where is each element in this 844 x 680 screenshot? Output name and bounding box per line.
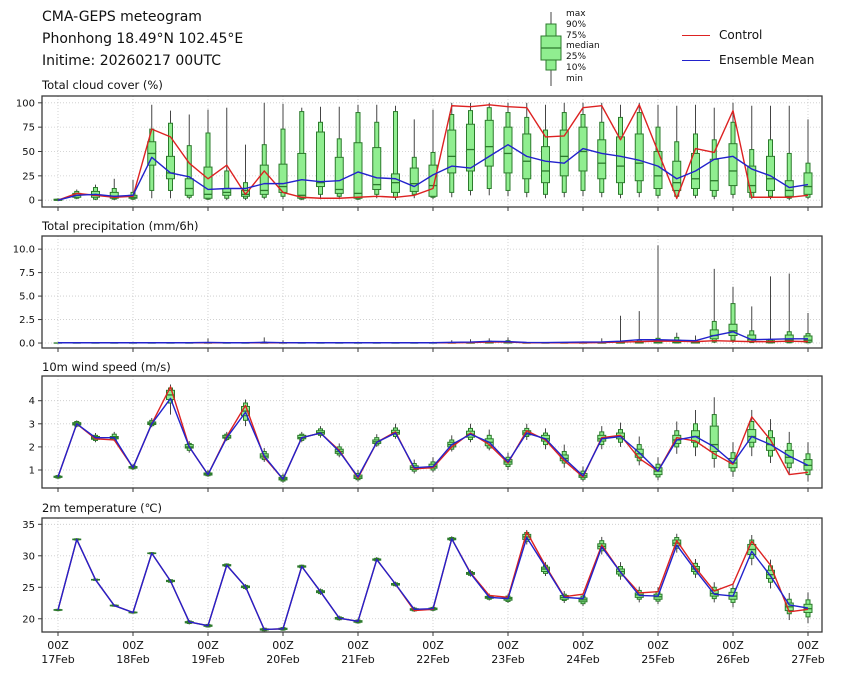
meteogram-chart: 0 25 50 75 100 0.0 2.5 5.0 7.5 10.0 1 2 3 4 20 25 30 35 00…: [0, 0, 844, 680]
line-legend: Control Ensemble Mean: [682, 26, 814, 76]
panel-title-precipitation: Total precipitation (mm/6h): [42, 219, 198, 233]
svg-text:4: 4: [29, 396, 35, 407]
svg-text:3: 3: [29, 419, 35, 430]
svg-text:22Feb: 22Feb: [416, 653, 449, 666]
svg-text:7.5: 7.5: [19, 268, 35, 279]
svg-text:17Feb: 17Feb: [41, 653, 74, 666]
control-line-swatch: [682, 35, 710, 36]
panel-precip: 0.0 2.5 5.0 7.5 10.0: [13, 236, 822, 352]
init-time: Initime: 20260217 00UTC: [42, 50, 243, 72]
svg-text:25: 25: [22, 171, 35, 182]
svg-text:26Feb: 26Feb: [716, 653, 749, 666]
svg-text:00Z: 00Z: [122, 639, 144, 652]
svg-text:00Z: 00Z: [47, 639, 69, 652]
svg-text:19Feb: 19Feb: [191, 653, 224, 666]
station-location: Phonhong 18.49°N 102.45°E: [42, 28, 243, 50]
svg-text:00Z: 00Z: [197, 639, 219, 652]
svg-text:00Z: 00Z: [272, 639, 294, 652]
svg-text:30: 30: [22, 551, 35, 562]
svg-text:20: 20: [22, 614, 35, 625]
svg-text:0.0: 0.0: [19, 339, 35, 350]
svg-text:00Z: 00Z: [647, 639, 669, 652]
svg-text:25Feb: 25Feb: [641, 653, 674, 666]
legend-label-25: 25%: [566, 52, 600, 63]
ensemble-mean-legend-label: Ensemble Mean: [719, 53, 814, 67]
svg-text:00Z: 00Z: [722, 639, 744, 652]
meteogram-figure: 0 25 50 75 100 0.0 2.5 5.0 7.5 10.0 1 2 3 4 20 25 30 35 00…: [0, 0, 844, 680]
svg-text:2: 2: [29, 442, 35, 453]
svg-text:00Z: 00Z: [422, 639, 444, 652]
svg-text:18Feb: 18Feb: [116, 653, 149, 666]
panel-cloud: 0 25 50 75 100: [16, 96, 822, 211]
svg-text:25: 25: [22, 583, 35, 594]
ensemble-mean-line-swatch: [682, 60, 710, 61]
legend-label-10: 10%: [566, 63, 600, 74]
svg-text:75: 75: [22, 123, 35, 134]
figure-header: CMA-GEPS meteogram Phonhong 18.49°N 102.…: [42, 6, 243, 72]
panel-temp: 2025303500Z17Feb00Z18Feb00Z19Feb00Z20Feb…: [22, 518, 824, 666]
svg-text:27Feb: 27Feb: [791, 653, 824, 666]
svg-text:00Z: 00Z: [497, 639, 519, 652]
svg-text:00Z: 00Z: [347, 639, 369, 652]
legend-label-75: 75%: [566, 31, 600, 42]
svg-text:35: 35: [22, 520, 35, 531]
legend-label-max: max: [566, 9, 600, 20]
svg-text:100: 100: [16, 98, 35, 109]
svg-text:24Feb: 24Feb: [566, 653, 599, 666]
svg-text:00Z: 00Z: [572, 639, 594, 652]
panel-title-cloud-cover: Total cloud cover (%): [42, 78, 163, 92]
panel-title-wind-speed: 10m wind speed (m/s): [42, 360, 171, 374]
legend-label-median: median: [566, 41, 600, 52]
control-legend-label: Control: [719, 28, 762, 42]
svg-text:21Feb: 21Feb: [341, 653, 374, 666]
svg-text:20Feb: 20Feb: [266, 653, 299, 666]
legend-label-90: 90%: [566, 20, 600, 31]
svg-text:10.0: 10.0: [13, 245, 35, 256]
svg-text:1: 1: [29, 465, 35, 476]
panel-wind: 1 2 3 4: [29, 376, 822, 492]
legend-row-control: Control: [682, 26, 814, 44]
svg-text:5.0: 5.0: [19, 292, 35, 303]
svg-text:50: 50: [22, 147, 35, 158]
svg-text:23Feb: 23Feb: [491, 653, 524, 666]
svg-text:2.5: 2.5: [19, 315, 35, 326]
svg-text:0: 0: [29, 196, 35, 207]
legend-label-min: min: [566, 74, 600, 85]
svg-text:00Z: 00Z: [797, 639, 819, 652]
legend-row-ensemble-mean: Ensemble Mean: [682, 51, 814, 69]
figure-title: CMA-GEPS meteogram: [42, 6, 243, 28]
box-legend-labels: max 90% 75% median 25% 10% min: [566, 9, 600, 85]
panel-title-temperature: 2m temperature (℃): [42, 501, 162, 515]
